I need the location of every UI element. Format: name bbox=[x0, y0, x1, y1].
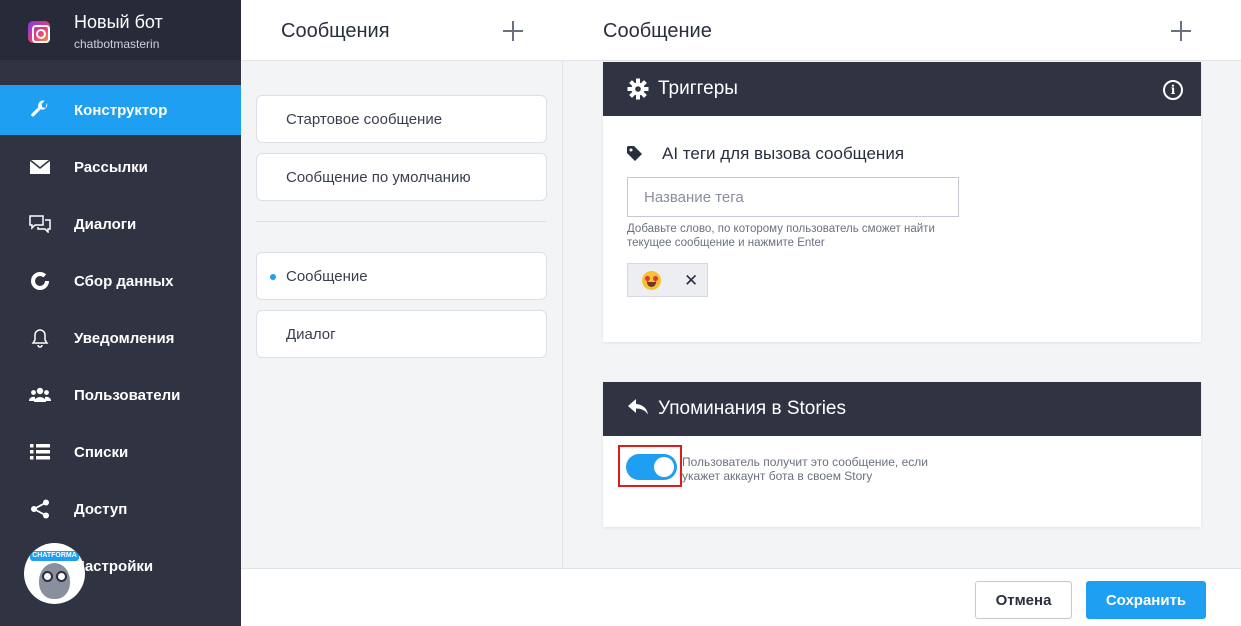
sidebar-item-label: Уведомления bbox=[74, 329, 175, 347]
envelope-icon bbox=[29, 156, 51, 178]
message-item-start[interactable]: Стартовое сообщение bbox=[256, 95, 547, 143]
message-item-dialog[interactable]: Диалог bbox=[256, 310, 547, 358]
save-button[interactable]: Сохранить bbox=[1086, 581, 1206, 619]
tag-chip: ✕ bbox=[627, 263, 708, 297]
message-item-label: Сообщение по умолчанию bbox=[286, 168, 471, 186]
gear-icon bbox=[627, 78, 649, 100]
list-icon bbox=[29, 441, 51, 463]
remove-tag-icon[interactable]: ✕ bbox=[684, 271, 698, 291]
message-item-label: Стартовое сообщение bbox=[286, 110, 443, 128]
stories-toggle-description: Пользователь получит это сообщение, если… bbox=[682, 455, 928, 483]
triggers-card-header: Триггеры i bbox=[603, 62, 1201, 116]
chat-bubbles-icon bbox=[29, 213, 51, 235]
message-item-label: Сообщение bbox=[286, 267, 368, 285]
selected-dot-icon bbox=[270, 274, 276, 280]
reply-arrow-icon bbox=[627, 398, 649, 420]
bot-name: Новый бот bbox=[74, 12, 163, 32]
sidebar-item-constructor[interactable]: Конструктор bbox=[0, 85, 241, 135]
messages-panel-title: Сообщения bbox=[281, 20, 390, 42]
users-icon bbox=[29, 384, 51, 406]
chat-widget-button[interactable]: CHATFORMA bbox=[24, 543, 85, 604]
message-editor-header: Сообщение bbox=[563, 0, 1241, 61]
sidebar-item-data-collection[interactable]: Сбор данных bbox=[0, 256, 241, 306]
bot-account: chatbotmasterin bbox=[74, 37, 160, 51]
share-icon bbox=[29, 498, 51, 520]
sidebar-item-label: Рассылки bbox=[74, 158, 148, 176]
sidebar-item-label: Сбор данных bbox=[74, 272, 174, 290]
messages-panel: Сообщения Стартовое сообщение Сообщение … bbox=[241, 0, 563, 568]
tag-name-input[interactable] bbox=[627, 177, 959, 217]
message-item-selected[interactable]: Сообщение bbox=[256, 252, 547, 300]
ai-tags-label: AI теги для вызова сообщения bbox=[662, 144, 905, 163]
divider bbox=[256, 221, 547, 222]
sidebar-item-mailings[interactable]: Рассылки bbox=[0, 142, 241, 192]
toggle-knob bbox=[654, 457, 674, 477]
message-editor-title: Сообщение bbox=[603, 20, 712, 42]
footer-bar: Отмена Сохранить bbox=[241, 568, 1241, 626]
sidebar: Новый бот chatbotmasterin Конструктор Ра… bbox=[0, 0, 241, 626]
widget-badge: CHATFORMA bbox=[30, 551, 79, 561]
stories-card-header: Упоминания в Stories bbox=[603, 382, 1201, 436]
owl-eye-right bbox=[56, 571, 67, 582]
sidebar-item-label: Списки bbox=[74, 443, 129, 461]
tag-icon bbox=[627, 146, 645, 162]
sidebar-item-users[interactable]: Пользователи bbox=[0, 370, 241, 420]
sidebar-item-label: Настройки bbox=[74, 557, 154, 575]
sidebar-item-dialogs[interactable]: Диалоги bbox=[0, 199, 241, 249]
message-item-default[interactable]: Сообщение по умолчанию bbox=[256, 153, 547, 201]
donut-chart-icon bbox=[29, 270, 51, 292]
sidebar-item-access[interactable]: Доступ bbox=[0, 484, 241, 534]
stories-title: Упоминания в Stories bbox=[658, 398, 846, 419]
triggers-title: Триггеры bbox=[658, 78, 738, 99]
sidebar-item-lists[interactable]: Списки bbox=[0, 427, 241, 477]
bell-icon bbox=[29, 327, 51, 349]
bot-header[interactable]: Новый бот chatbotmasterin bbox=[0, 0, 241, 60]
cancel-button[interactable]: Отмена bbox=[975, 581, 1072, 619]
info-icon[interactable]: i bbox=[1163, 80, 1183, 100]
sidebar-item-label: Конструктор bbox=[74, 101, 168, 119]
heart-eyes-emoji-icon bbox=[642, 271, 661, 290]
wrench-icon bbox=[29, 99, 51, 121]
add-message-plus-icon[interactable] bbox=[503, 21, 523, 41]
sidebar-item-notifications[interactable]: Уведомления bbox=[0, 313, 241, 363]
stories-mention-toggle[interactable] bbox=[626, 454, 677, 480]
messages-panel-header: Сообщения bbox=[241, 0, 563, 61]
sidebar-item-label: Пользователи bbox=[74, 386, 181, 404]
tag-hint: Добавьте слово, по которому пользователь… bbox=[627, 223, 935, 249]
message-editor-panel: Сообщение Триггеры i AI теги для вызова … bbox=[563, 0, 1241, 568]
triggers-card: Триггеры i AI теги для вызова сообщения … bbox=[603, 62, 1201, 342]
sidebar-item-label: Диалоги bbox=[74, 215, 137, 233]
add-block-plus-icon[interactable] bbox=[1171, 21, 1191, 41]
stories-card: Упоминания в Stories Пользователь получи… bbox=[603, 382, 1201, 527]
instagram-icon bbox=[28, 21, 50, 43]
sidebar-item-label: Доступ bbox=[74, 500, 128, 518]
owl-eye-left bbox=[42, 571, 53, 582]
message-item-label: Диалог bbox=[286, 325, 336, 343]
